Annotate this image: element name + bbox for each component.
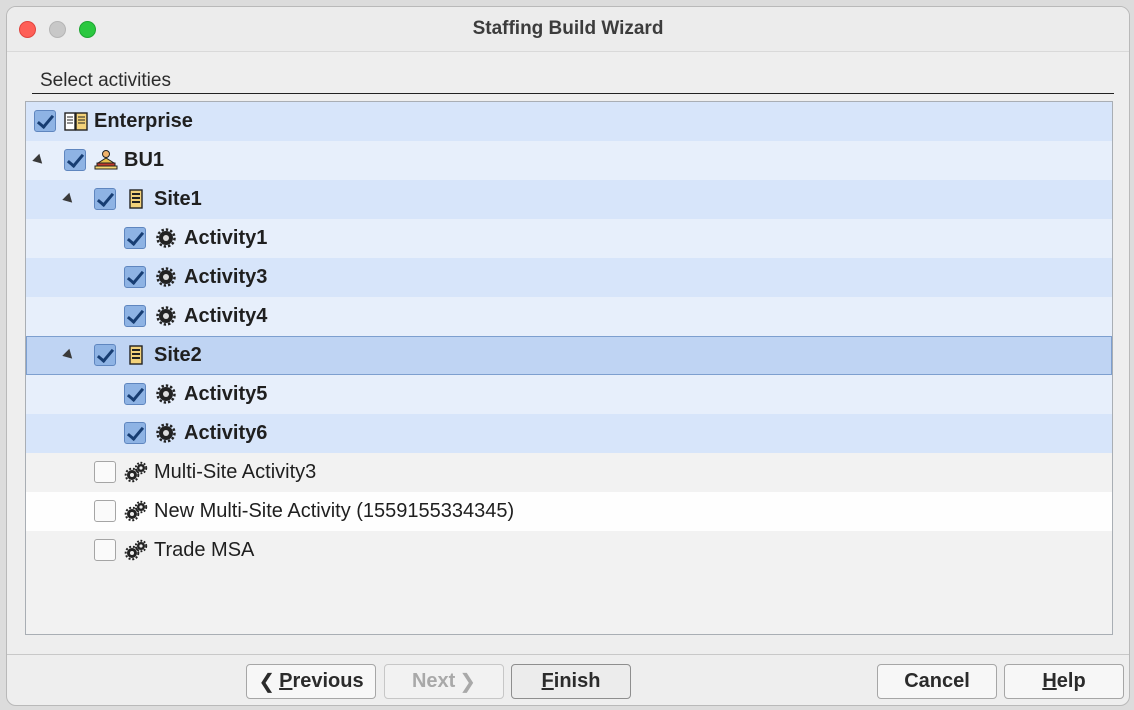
tree-row-new-multi-site-activity[interactable]: New Multi-Site Activity (1559155334345) xyxy=(26,492,1112,531)
checkbox-bu1[interactable] xyxy=(64,149,86,171)
tree-row-activity6[interactable]: Activity6 xyxy=(26,414,1112,453)
cancel-button[interactable]: Cancel xyxy=(877,664,997,699)
help-button[interactable]: Help xyxy=(1004,664,1124,699)
next-button[interactable]: Next ❯ xyxy=(384,664,504,699)
tree-row-activity5[interactable]: Activity5 xyxy=(26,375,1112,414)
checkbox-enterprise[interactable] xyxy=(34,110,56,132)
gear-icon xyxy=(156,267,176,287)
gear-icon xyxy=(156,306,176,326)
tree-label-site2: Site2 xyxy=(154,344,202,366)
tree-row-activity1[interactable]: Activity1 xyxy=(26,219,1112,258)
finish-button-label: Finish xyxy=(541,670,601,692)
building-icon xyxy=(129,189,143,209)
cancel-button-label: Cancel xyxy=(904,670,970,692)
tree-row-site1[interactable]: Site1 xyxy=(26,180,1112,219)
business-unit-icon xyxy=(94,150,118,170)
title-bar: Staffing Build Wizard xyxy=(7,7,1129,52)
tree-row-trade-msa[interactable]: Trade MSA xyxy=(26,531,1112,570)
tree-row-multi-site-activity3[interactable]: Multi-Site Activity3 xyxy=(26,453,1112,492)
checkbox-activity5[interactable] xyxy=(124,383,146,405)
activity-tree[interactable]: Enterprise BU1 Site1 Activity1 Activity3… xyxy=(25,101,1113,635)
tree-label-new-multi-site-activity: New Multi-Site Activity (1559155334345) xyxy=(154,500,515,522)
tree-row-enterprise[interactable]: Enterprise xyxy=(26,102,1112,141)
checkbox-new-multi-site-activity[interactable] xyxy=(94,500,116,522)
help-button-label: Help xyxy=(1042,670,1086,692)
multi-gear-icon xyxy=(124,500,148,522)
tree-label-activity3: Activity3 xyxy=(184,266,268,288)
tree-label-site1: Site1 xyxy=(154,188,202,210)
tree-label-trade-msa: Trade MSA xyxy=(154,539,255,561)
footer-divider xyxy=(7,654,1129,655)
wizard-window: Staffing Build Wizard Select activities … xyxy=(6,6,1130,706)
tree-label-multi-site-activity3: Multi-Site Activity3 xyxy=(154,461,317,483)
tree-row-activity4[interactable]: Activity4 xyxy=(26,297,1112,336)
tree-row-activity3[interactable]: Activity3 xyxy=(26,258,1112,297)
tree-label-bu1: BU1 xyxy=(124,149,165,171)
building-icon xyxy=(129,345,143,365)
chevron-right-icon: ❯ xyxy=(459,671,477,693)
expand-toggle-icon[interactable] xyxy=(62,348,76,363)
enterprise-icon xyxy=(64,112,88,131)
previous-button-label: Previous xyxy=(279,670,364,692)
checkbox-activity3[interactable] xyxy=(124,266,146,288)
tree-row-bu1[interactable]: BU1 xyxy=(26,141,1112,180)
section-divider xyxy=(32,93,1114,94)
gear-icon xyxy=(156,228,176,248)
tree-label-activity5: Activity5 xyxy=(184,383,268,405)
multi-gear-icon xyxy=(124,539,148,561)
checkbox-activity6[interactable] xyxy=(124,422,146,444)
window-title: Staffing Build Wizard xyxy=(472,18,664,39)
next-button-label: Next xyxy=(411,670,456,692)
chevron-left-icon: ❮ xyxy=(258,671,276,693)
checkbox-activity4[interactable] xyxy=(124,305,146,327)
checkbox-site2[interactable] xyxy=(94,344,116,366)
section-label: Select activities xyxy=(40,70,171,91)
finish-button[interactable]: Finish xyxy=(511,664,631,699)
checkbox-activity1[interactable] xyxy=(124,227,146,249)
previous-button[interactable]: ❮ Previous xyxy=(246,664,376,699)
expand-toggle-icon[interactable] xyxy=(62,192,76,207)
expand-toggle-icon[interactable] xyxy=(32,153,46,168)
tree-row-site2[interactable]: Site2 xyxy=(26,336,1112,375)
tree-label-activity1: Activity1 xyxy=(184,227,268,249)
checkbox-site1[interactable] xyxy=(94,188,116,210)
gear-icon xyxy=(156,384,176,404)
tree-label-activity4: Activity4 xyxy=(184,305,268,327)
gear-icon xyxy=(156,423,176,443)
checkbox-trade-msa[interactable] xyxy=(94,539,116,561)
tree-label-activity6: Activity6 xyxy=(184,422,268,444)
checkbox-multi-site-activity3[interactable] xyxy=(94,461,116,483)
multi-gear-icon xyxy=(124,461,148,483)
tree-label-enterprise: Enterprise xyxy=(94,110,193,132)
